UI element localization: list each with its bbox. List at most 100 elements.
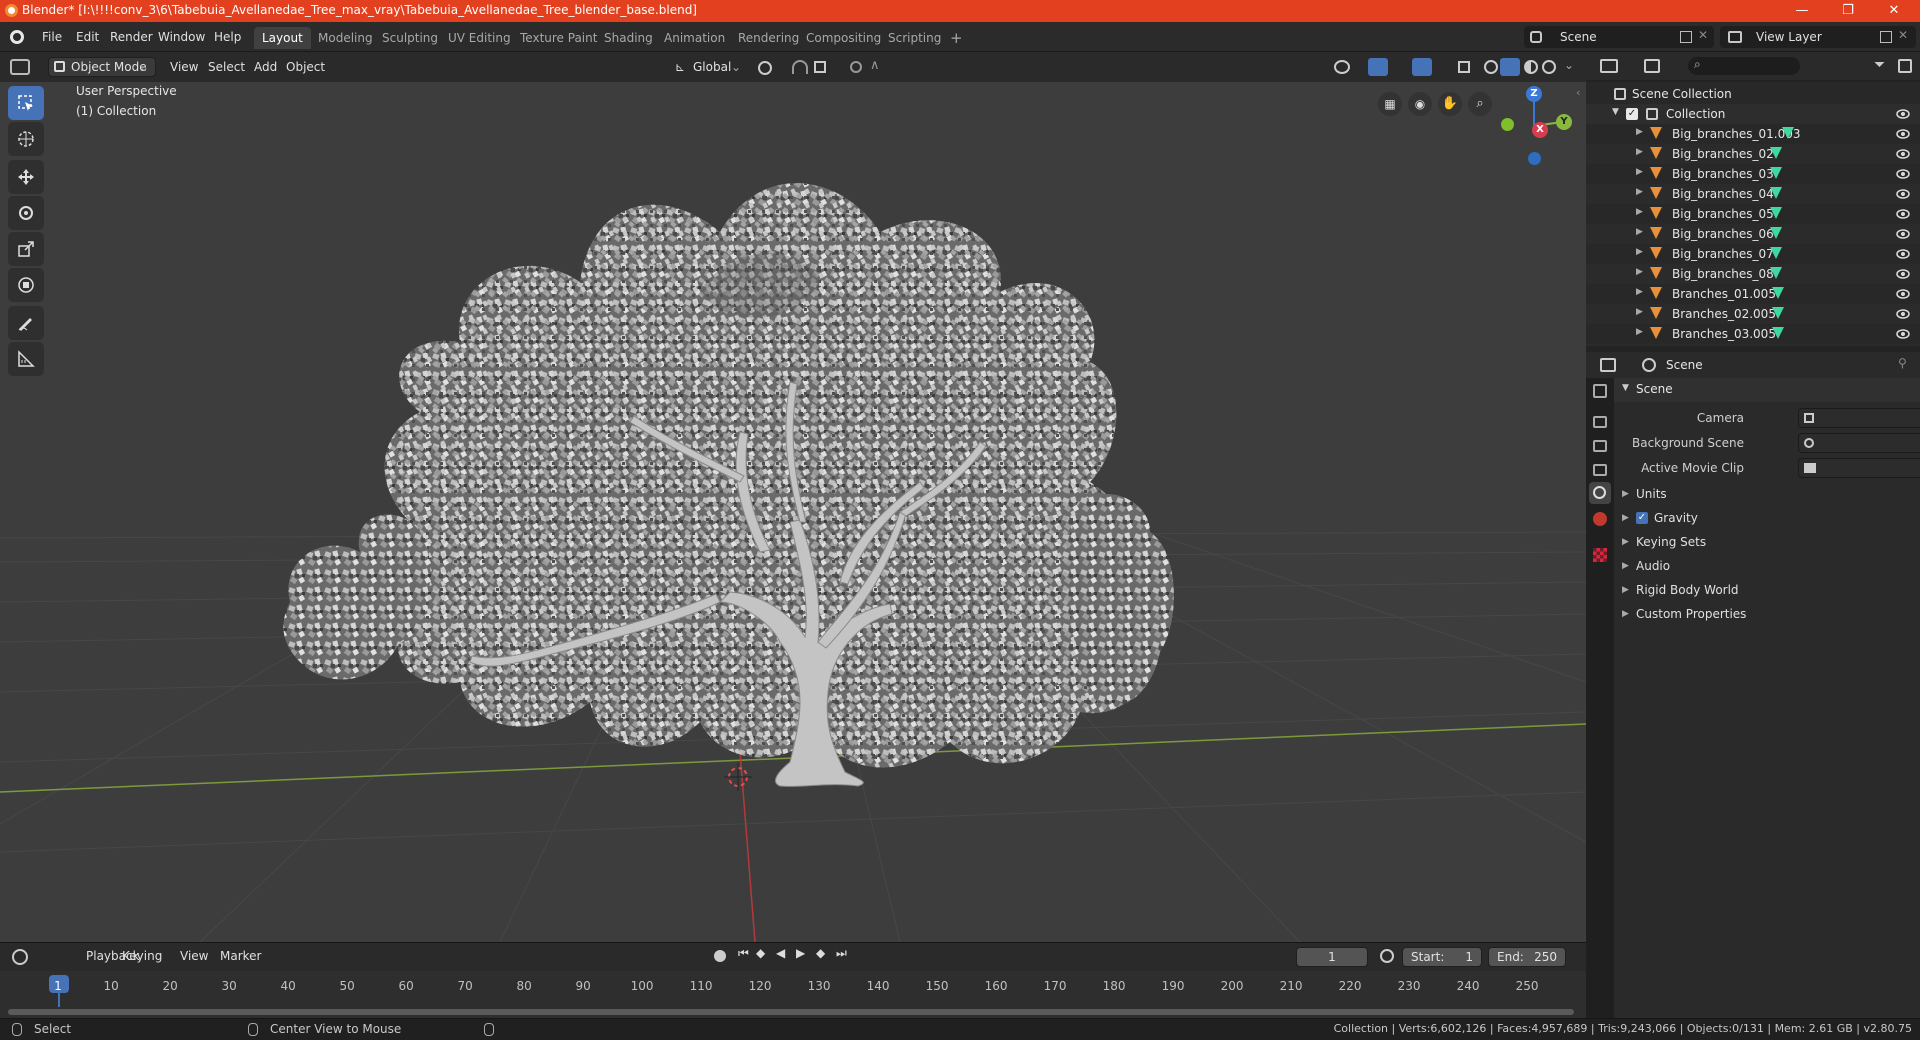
outliner-item[interactable]: ▶ Big_branches_07 (1586, 244, 1920, 264)
tab-scripting[interactable]: Scripting (880, 27, 949, 49)
menu-add[interactable]: Add (248, 58, 283, 76)
editor-type-icon[interactable] (10, 59, 30, 75)
gizmo-x-axis[interactable]: X (1532, 122, 1548, 138)
navigation-gizmo[interactable]: Z Y X (1490, 82, 1580, 172)
collection-checkbox[interactable]: ✓ (1626, 108, 1638, 120)
scene-panel-header[interactable]: ▼ Scene (1614, 378, 1920, 402)
properties-editor-icon[interactable] (1600, 358, 1616, 372)
maximize-button[interactable]: ❐ (1826, 0, 1870, 22)
menu-timeline-view[interactable]: View (174, 947, 214, 965)
tab-layout[interactable]: Layout (254, 27, 311, 49)
cursor-icon[interactable] (8, 122, 44, 156)
gravity-checkbox[interactable]: ✓ (1636, 512, 1648, 524)
eye-icon[interactable] (1896, 227, 1910, 241)
tab-rendering[interactable]: Rendering (730, 27, 807, 49)
snap-icon[interactable] (792, 60, 808, 74)
jump-end-button[interactable]: ⏭ (836, 946, 847, 961)
mesh-data-icon[interactable] (1772, 287, 1784, 299)
render-tab-icon[interactable] (1593, 416, 1607, 428)
outliner-item[interactable]: ▶ Big_branches_04 (1586, 184, 1920, 204)
audio-panel[interactable]: ▶ Audio (1614, 554, 1920, 578)
jump-start-button[interactable]: ⏮ (738, 946, 749, 961)
zoom-icon[interactable]: ⌕ (1468, 92, 1492, 116)
select-box-icon[interactable] (8, 86, 44, 120)
mesh-data-icon[interactable] (1770, 227, 1782, 239)
disclosure-triangle-icon[interactable]: ▶ (1636, 267, 1643, 277)
material-shading-icon[interactable] (1524, 60, 1538, 74)
mesh-data-icon[interactable] (1770, 207, 1782, 219)
gizmo-neg-z[interactable] (1528, 152, 1541, 165)
disclosure-triangle-icon[interactable]: ▶ (1636, 247, 1643, 257)
mesh-data-icon[interactable] (1782, 127, 1794, 139)
eye-icon[interactable] (1896, 307, 1910, 321)
timeline-editor-icon[interactable] (12, 949, 28, 965)
outliner-item[interactable]: ▶ Big_branches_05 (1586, 204, 1920, 224)
auto-keying-icon[interactable] (1380, 949, 1394, 963)
add-workspace-button[interactable]: + (942, 27, 971, 49)
outliner-item[interactable]: ▶ Big_branches_01.003 (1586, 124, 1920, 144)
mesh-data-icon[interactable] (1770, 147, 1782, 159)
texture-tab-icon[interactable] (1593, 548, 1607, 562)
eye-icon[interactable] (1896, 127, 1910, 141)
current-frame-field[interactable]: 1 (1296, 947, 1368, 967)
tab-animation[interactable]: Animation (656, 27, 733, 49)
gizmo-toggle-icon[interactable] (1368, 58, 1388, 76)
disclosure-triangle-icon[interactable]: ▶ (1636, 187, 1643, 197)
close-button[interactable]: ✕ (1872, 0, 1916, 22)
background-scene-field[interactable] (1798, 433, 1920, 453)
scene-selector[interactable]: Scene ✕ (1524, 26, 1714, 48)
rendered-shading-icon[interactable] (1542, 60, 1556, 74)
falloff-icon[interactable]: ∧ (870, 58, 880, 73)
eye-icon[interactable] (1896, 267, 1910, 281)
timeline-track[interactable]: 1 10 20 30 40 50 60 70 80 90 100 110 120 130 140 150 160… (0, 971, 1586, 1019)
tab-uv-editing[interactable]: UV Editing (440, 27, 519, 49)
active-movie-clip-field[interactable] (1798, 458, 1920, 478)
pin-icon[interactable]: ⚲ (1898, 356, 1907, 370)
toggle-camera-icon[interactable]: ▦ (1378, 92, 1402, 116)
mesh-data-icon[interactable] (1770, 187, 1782, 199)
menu-select[interactable]: Select (202, 58, 251, 76)
menu-marker[interactable]: Marker (214, 947, 267, 965)
play-button[interactable]: ▶ (796, 946, 805, 960)
move-icon[interactable] (8, 160, 44, 194)
mesh-data-icon[interactable] (1770, 267, 1782, 279)
prev-keyframe-button[interactable]: ◆ (756, 946, 765, 960)
menu-window[interactable]: Window (152, 28, 211, 46)
disclosure-triangle-icon[interactable]: ▶ (1636, 127, 1643, 137)
eye-icon[interactable] (1896, 187, 1910, 201)
overlay-toggle-icon[interactable] (1412, 58, 1432, 76)
outliner-item[interactable]: ▶ Big_branches_03 (1586, 164, 1920, 184)
blender-menu-icon[interactable] (10, 30, 24, 44)
menu-render[interactable]: Render (104, 28, 159, 46)
new-view-layer-icon[interactable] (1880, 31, 1892, 43)
measure-icon[interactable] (8, 342, 44, 376)
outliner-row-scene-collection[interactable]: Scene Collection (1586, 84, 1920, 104)
mesh-data-icon[interactable] (1770, 167, 1782, 179)
snap-target-icon[interactable] (814, 61, 826, 73)
camera-view-icon[interactable]: ◉ (1408, 92, 1432, 116)
pivot-icon[interactable] (758, 61, 772, 75)
eye-icon[interactable] (1896, 167, 1910, 181)
delete-scene-icon[interactable]: ✕ (1698, 28, 1708, 42)
outliner-item[interactable]: ▶ Big_branches_02 (1586, 144, 1920, 164)
mesh-data-icon[interactable] (1772, 327, 1784, 339)
new-scene-icon[interactable] (1680, 31, 1692, 43)
world-tab-icon[interactable] (1593, 512, 1607, 526)
eye-icon[interactable] (1896, 107, 1910, 121)
transform-icon[interactable] (8, 268, 44, 302)
camera-field[interactable]: ✎ (1798, 408, 1920, 428)
proportional-edit-icon[interactable] (850, 61, 862, 73)
scale-icon[interactable] (8, 232, 44, 266)
mesh-data-icon[interactable] (1770, 247, 1782, 259)
tab-shading[interactable]: Shading (596, 27, 661, 49)
eye-icon[interactable] (1896, 147, 1910, 161)
outliner-item[interactable]: ▶Branches_04.005 (1586, 344, 1920, 346)
mode-dropdown[interactable]: Object Mode ⌄ (48, 57, 156, 77)
menu-edit[interactable]: Edit (70, 28, 105, 46)
disclosure-triangle-icon[interactable]: ▶ (1636, 287, 1643, 297)
disclosure-triangle-icon[interactable]: ▶ (1636, 147, 1643, 157)
timeline-scrollbar[interactable] (8, 1009, 1574, 1015)
filter-icon[interactable]: ⏷ (1874, 57, 1885, 73)
wireframe-shading-icon[interactable] (1484, 60, 1498, 74)
gizmo-z-axis[interactable]: Z (1526, 86, 1542, 102)
